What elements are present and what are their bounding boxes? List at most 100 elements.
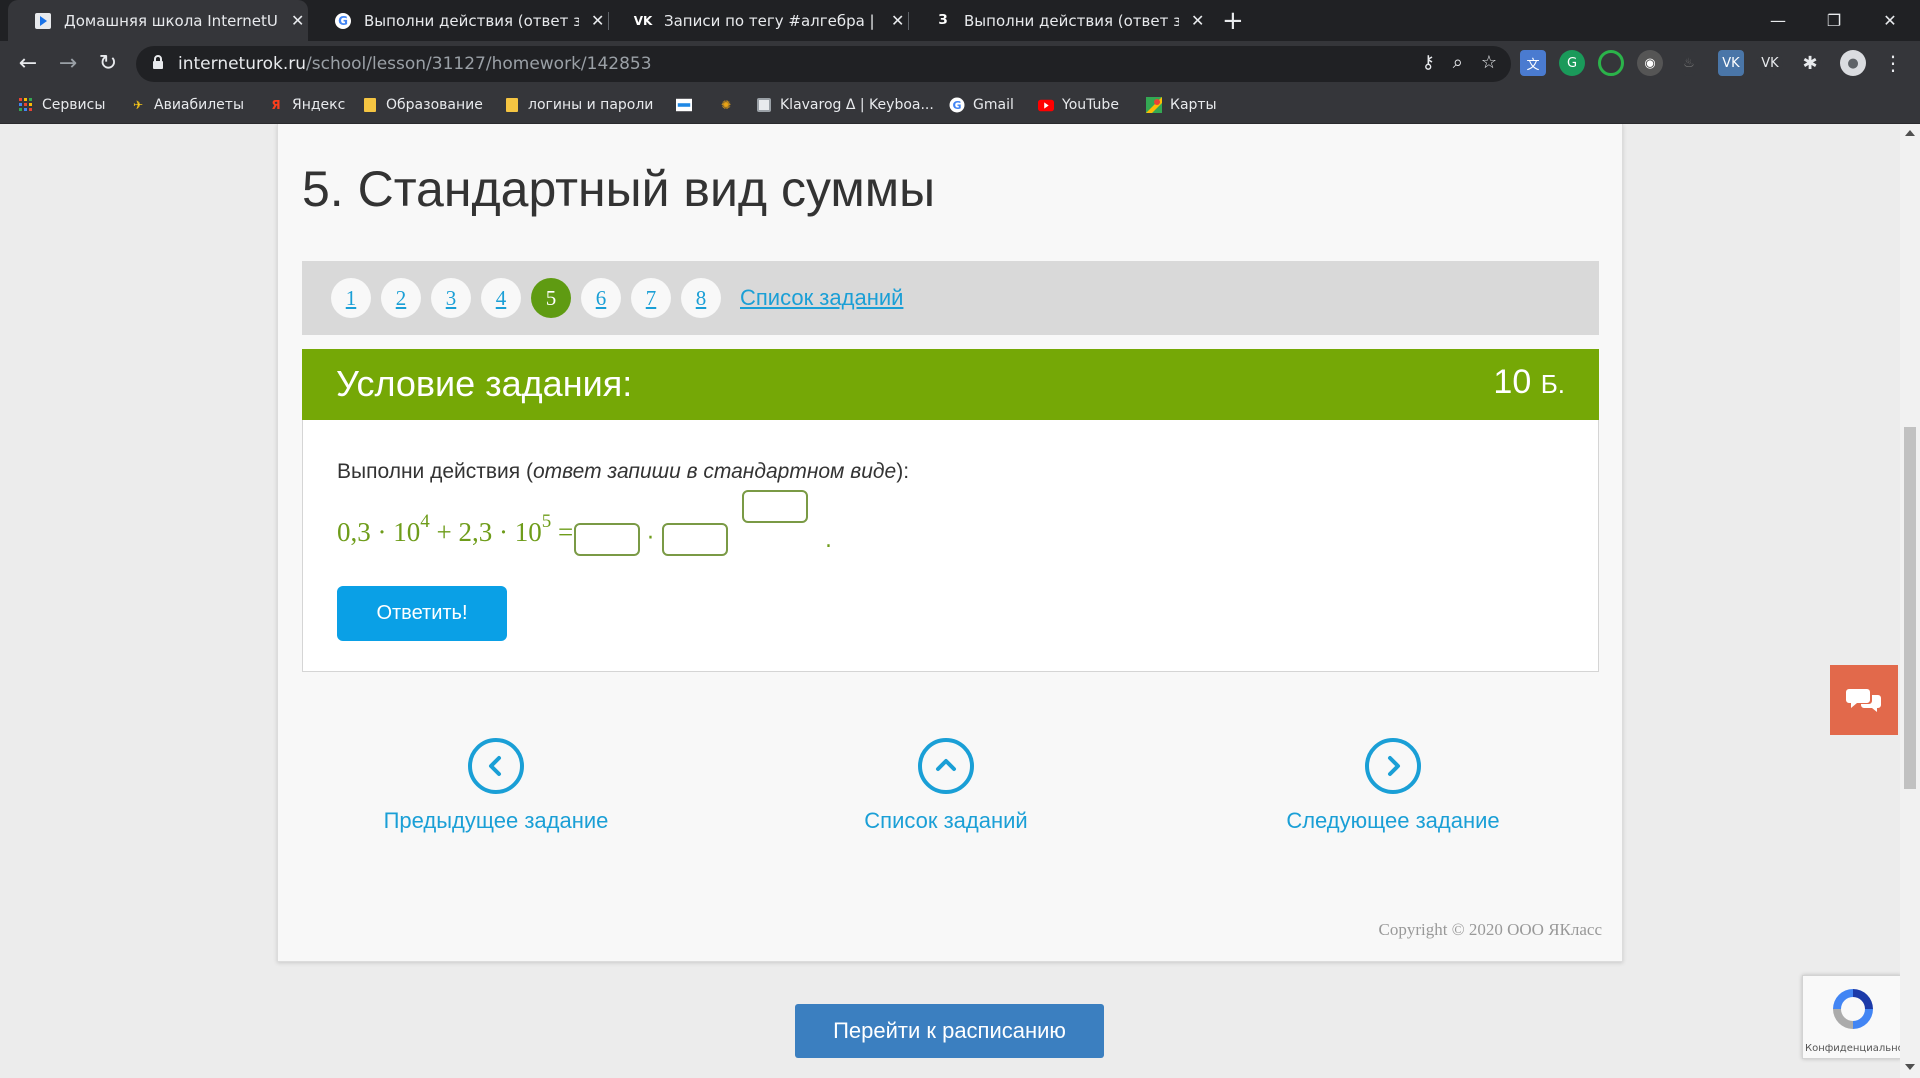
chevron-up-icon — [918, 738, 974, 794]
reload-icon[interactable]: ↻ — [92, 49, 124, 79]
question-number-1[interactable]: 1 — [331, 278, 371, 318]
question-number-2[interactable]: 2 — [381, 278, 421, 318]
chevron-left-icon — [468, 738, 524, 794]
task-header-label: Условие задания: — [336, 363, 633, 404]
bookmark-gmail[interactable]: G Gmail — [949, 95, 1014, 115]
page-viewport: 5. Стандартный вид суммы 1 2 3 4 5 6 7 8… — [0, 124, 1920, 1078]
bookmarks-bar: Сервисы ✈ Авиабилеты Я Яндекс Образовани… — [0, 87, 1920, 124]
tab-google-search[interactable]: G Выполни действия (ответ запиши ✕ — [308, 0, 608, 41]
bookmark-gear-site[interactable]: ✺ — [718, 95, 742, 115]
bookmark-egov[interactable] — [676, 95, 700, 115]
tab-interneturok[interactable]: Домашняя школа InternetUrok.ru ✕ — [8, 0, 308, 41]
restore-icon[interactable]: ❐ — [1806, 0, 1862, 41]
yandex-icon: Я — [271, 98, 281, 112]
profile-avatar-icon[interactable]: ● — [1840, 50, 1866, 76]
google-icon: G — [334, 12, 352, 30]
green-circle-extension-icon[interactable] — [1598, 50, 1624, 76]
bookmark-yandex[interactable]: Я Яндекс — [268, 95, 345, 115]
task-formula: 0,3 · 104 + 2,3 · 105 = — [337, 511, 574, 547]
recaptcha-badge[interactable]: Конфиденциальность — [1802, 975, 1902, 1059]
page-scrollbar[interactable] — [1900, 124, 1920, 1078]
tab-title: Выполни действия (ответ запиши — [364, 11, 579, 30]
question-number-4[interactable]: 4 — [481, 278, 521, 318]
maps-icon — [1146, 97, 1162, 113]
question-number-3[interactable]: 3 — [431, 278, 471, 318]
folder-icon — [504, 97, 520, 113]
task-list-link[interactable]: Список заданий — [740, 285, 903, 311]
close-tab-icon[interactable]: ✕ — [1191, 11, 1204, 30]
interneturok-favicon-icon — [34, 12, 52, 30]
new-tab-icon[interactable]: + — [1222, 6, 1244, 36]
folder-icon — [362, 97, 378, 113]
youtube-icon — [1038, 97, 1054, 113]
answer-button[interactable]: Ответить! — [337, 586, 507, 641]
lock-icon — [153, 55, 163, 69]
answer-base-input[interactable] — [662, 523, 728, 556]
grammarly-extension-icon[interactable]: G — [1559, 50, 1585, 76]
scroll-down-arrow-icon[interactable] — [1905, 1064, 1915, 1070]
tab-vk[interactable]: VK Записи по тегу #алгебра | фан г ✕ — [608, 0, 908, 41]
scrollbar-thumb[interactable] — [1904, 427, 1916, 789]
url-text: interneturok.ru/school/lesson/31127/home… — [178, 54, 652, 74]
close-window-icon[interactable]: ✕ — [1862, 0, 1918, 41]
close-tab-icon[interactable]: ✕ — [891, 11, 904, 30]
forward-arrow-icon[interactable]: → — [52, 49, 84, 79]
next-task-link[interactable]: Следующее задание — [1273, 738, 1513, 834]
task-list-nav-label: Список заданий — [864, 808, 1028, 833]
apps-grid-icon — [18, 97, 34, 113]
lesson-card: 5. Стандартный вид суммы 1 2 3 4 5 6 7 8… — [277, 124, 1623, 962]
answer-mantissa-input[interactable] — [574, 523, 640, 556]
question-number-7[interactable]: 7 — [631, 278, 671, 318]
bookmark-maps[interactable]: Карты — [1146, 95, 1217, 115]
tab-title: Выполни действия (ответ запиши — [964, 11, 1179, 30]
minimize-icon[interactable]: — — [1750, 0, 1806, 41]
question-number-8[interactable]: 8 — [681, 278, 721, 318]
bookmark-aviatickets[interactable]: ✈ Авиабилеты — [130, 95, 244, 115]
menu-kebab-icon[interactable]: ⋮ — [1880, 50, 1906, 76]
bookmark-youtube[interactable]: YouTube — [1038, 95, 1119, 115]
tab-znanija[interactable]: З Выполни действия (ответ запиши ✕ — [908, 0, 1208, 41]
answer-exponent-input[interactable] — [742, 490, 808, 523]
bookmark-klavarog[interactable]: Klavarog Δ | Keyboa... — [756, 95, 934, 115]
task-header: Условие задания: 10 Б. — [302, 349, 1599, 420]
bookmark-folder-logins[interactable]: логины и пароли — [504, 95, 653, 115]
chat-button[interactable] — [1830, 665, 1898, 735]
key-icon[interactable]: ⚷ — [1422, 52, 1435, 73]
browser-tab-strip: Домашняя школа InternetUrok.ru ✕ G Выпол… — [0, 0, 1920, 41]
page-icon — [756, 97, 772, 113]
question-number-6[interactable]: 6 — [581, 278, 621, 318]
task-list-nav-link[interactable]: Список заданий — [826, 738, 1066, 834]
gear-icon: ✺ — [720, 98, 732, 112]
google-icon: G — [949, 97, 965, 113]
period-mark: . — [825, 528, 832, 553]
znanija-icon: З — [938, 13, 948, 28]
prev-task-label: Предыдущее задание — [383, 808, 609, 833]
plane-icon: ✈ — [132, 98, 144, 112]
go-to-schedule-button[interactable]: Перейти к расписанию — [795, 1004, 1104, 1058]
zoom-icon[interactable]: ⌕ — [1453, 52, 1463, 73]
star-icon[interactable]: ☆ — [1481, 52, 1497, 73]
vpn-extension-icon[interactable]: ◉ — [1637, 50, 1663, 76]
translate-extension-icon[interactable]: 文 — [1520, 50, 1546, 76]
chat-bubbles-icon — [1846, 689, 1881, 712]
question-number-5-active[interactable]: 5 — [531, 278, 571, 318]
vk-extension-icon[interactable]: VK — [1718, 50, 1744, 76]
back-arrow-icon[interactable]: ← — [12, 49, 44, 79]
browser-toolbar: ← → ↻ interneturok.ru/school/lesson/3112… — [0, 41, 1920, 87]
svg-text:G: G — [338, 14, 348, 28]
bookmark-folder-education[interactable]: Образование — [362, 95, 483, 115]
tab-title: Записи по тегу #алгебра | фан г — [664, 11, 879, 30]
prev-task-link[interactable]: Предыдущее задание — [376, 738, 616, 834]
bookmark-services[interactable]: Сервисы — [18, 95, 105, 115]
tab-title: Домашняя школа InternetUrok.ru — [64, 11, 279, 30]
close-tab-icon[interactable]: ✕ — [291, 11, 304, 30]
scroll-up-arrow-icon[interactable] — [1905, 130, 1915, 136]
task-instruction: Выполни действия (ответ запиши в стандар… — [337, 460, 910, 483]
disabled-extension-icon[interactable]: ♨ — [1676, 50, 1702, 76]
chevron-right-icon — [1365, 738, 1421, 794]
address-bar[interactable]: interneturok.ru/school/lesson/31127/home… — [136, 46, 1511, 82]
extensions-puzzle-icon[interactable]: ✱ — [1797, 50, 1823, 76]
vk-music-extension-icon[interactable]: VK — [1757, 50, 1783, 76]
close-tab-icon[interactable]: ✕ — [591, 11, 604, 30]
page-title: 5. Стандартный вид суммы — [302, 161, 936, 217]
